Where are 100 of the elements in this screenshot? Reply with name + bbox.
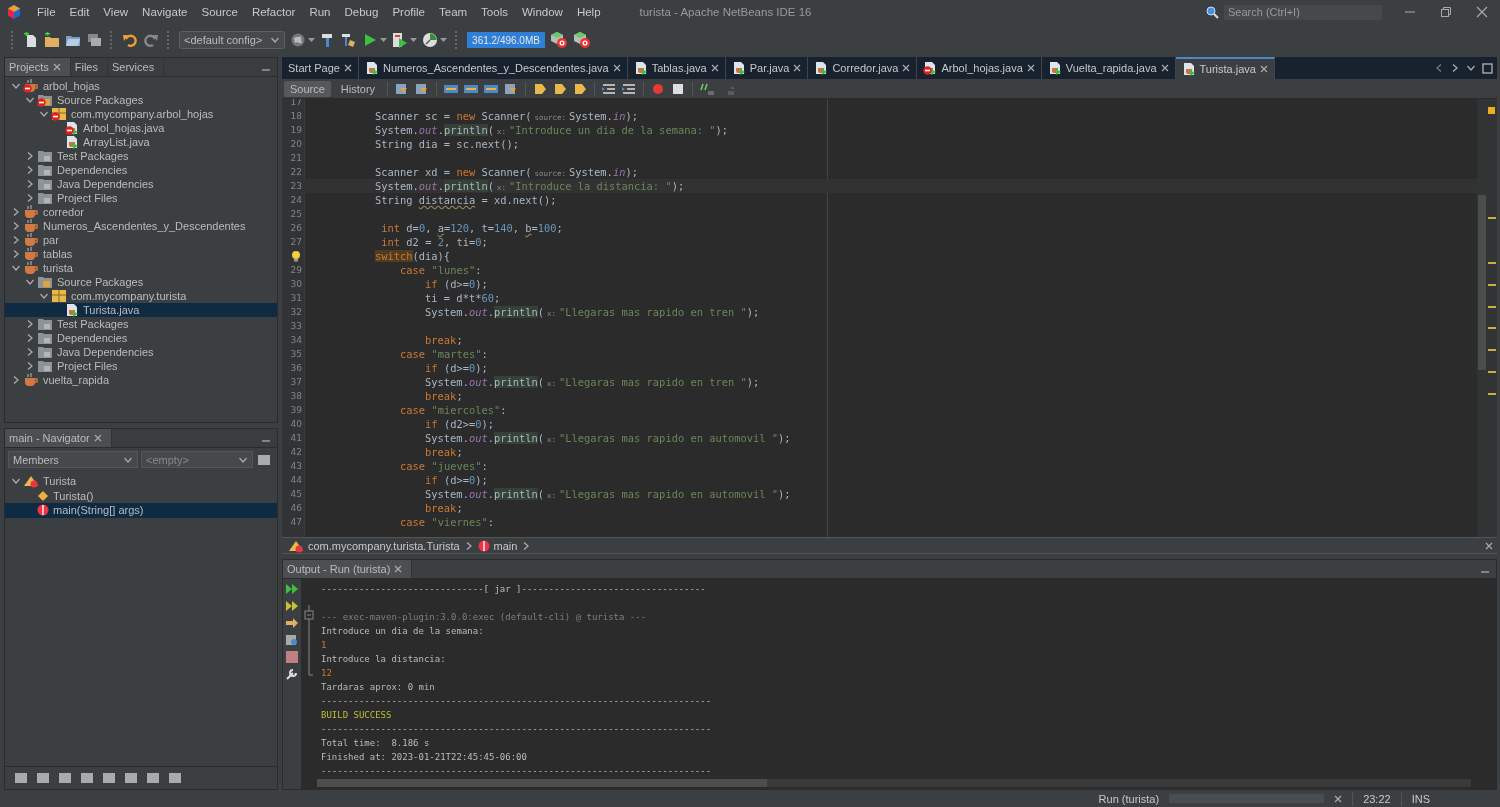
editor-tab[interactable]: Turista.java [1175,57,1275,79]
tree-item[interactable]: Dependencies [5,163,277,177]
close-icon[interactable] [902,64,911,72]
view-toggle[interactable]: Source [284,80,331,97]
wrench-icon[interactable] [284,667,300,681]
menu-item[interactable]: Debug [337,6,386,18]
chevron-down-icon[interactable] [11,81,21,91]
close-icon[interactable] [52,63,61,71]
chevron-right-icon[interactable] [11,207,21,217]
menu-item[interactable]: Run [302,6,338,18]
tree-item[interactable]: com.mycompany.turista [5,289,277,303]
tree-item[interactable]: Turista() [5,488,277,503]
error-stripe-drawing[interactable] [1477,99,1497,537]
stop-icon[interactable] [284,650,300,664]
editor-tab[interactable]: Vuelta_rapida.java [1041,57,1176,79]
editor-tab[interactable]: Tablas.java [627,57,726,79]
new-file-icon[interactable] [23,32,39,48]
chevron-down-icon[interactable] [25,277,35,287]
maximize-icon[interactable] [1482,62,1493,74]
double-play-icon[interactable] [284,582,300,596]
close-icon[interactable] [1160,64,1169,72]
horizontal-scrollbar[interactable] [317,779,1471,787]
bookmark-next-icon[interactable] [552,81,569,96]
tree-item[interactable]: Java Dependencies [5,345,277,359]
search-icon[interactable] [1205,5,1221,19]
tree-item[interactable]: Arbol_hojas.java [5,121,277,135]
chevron-right-icon[interactable] [25,193,35,203]
panel-tab[interactable]: Files [70,58,108,76]
menu-item[interactable]: Team [432,6,475,18]
breadcrumb-item[interactable]: com.mycompany.turista.Turista [308,539,460,552]
chevron-down-icon[interactable] [1466,63,1476,73]
hammer-broom-icon[interactable] [341,32,357,48]
tree-item[interactable]: vuelta_rapida [5,373,277,387]
config-dropdown[interactable]: <default config> [179,31,285,49]
chevron-right-icon[interactable] [25,333,35,343]
panel-tab[interactable]: Services [108,58,165,76]
panel-tab[interactable]: main - Navigator [5,429,112,447]
close-icon[interactable] [1334,794,1343,803]
tree-item[interactable]: tablas [5,247,277,261]
menu-item[interactable]: View [96,6,136,18]
editor-tab[interactable]: Start Page [282,57,359,79]
tree-item[interactable]: Numeros_Ascendentes_y_Descendentes [5,219,277,233]
shift-left-icon[interactable] [601,81,618,96]
tree-item[interactable]: com.mycompany.arbol_hojas [5,107,277,121]
chevron-down-icon[interactable] [39,291,49,301]
search-field[interactable]: Search (Ctrl+I) [1224,4,1382,20]
panel-options-icon[interactable] [256,452,272,467]
chevron-right-icon[interactable] [11,221,21,231]
cube-target-icon[interactable] [550,31,568,49]
tree-item[interactable]: Java Dependencies [5,177,277,191]
tree-item[interactable]: Turista.java [5,303,277,317]
close-icon[interactable] [394,565,403,573]
tree-item[interactable]: main(String[] args) [5,503,277,518]
view-toggle[interactable]: History [334,80,382,97]
arrow-right-icon[interactable] [284,616,300,630]
tree-item[interactable]: ArrayList.java [5,135,277,149]
tree-item[interactable]: Source Packages [5,275,277,289]
shift-right-icon[interactable] [621,81,638,96]
close-icon[interactable] [1485,541,1493,550]
chevron-right-icon[interactable] [25,179,35,189]
panel-tab[interactable]: Output - Run (turista) [283,560,413,578]
restore-icon[interactable] [1440,6,1452,18]
undo-icon[interactable] [122,32,138,48]
tree-item[interactable]: Turista [5,474,277,489]
tree-item[interactable]: corredor [5,205,277,219]
tree-item[interactable]: Test Packages [5,149,277,163]
fold-marker-drawing[interactable] [304,605,314,677]
chevron-right-icon[interactable] [11,249,21,259]
menu-item[interactable]: Window [514,6,570,18]
gauge-icon[interactable] [422,32,438,48]
chevron-right-icon[interactable] [11,235,21,245]
menu-item[interactable]: Refactor [244,6,303,18]
chevron-left-icon[interactable] [1434,63,1444,73]
cube-target-icon[interactable] [573,31,591,49]
run-icon[interactable] [362,32,378,48]
globe-icon[interactable] [290,32,306,48]
debug-icon[interactable] [392,32,408,48]
chevron-down-icon[interactable] [25,95,35,105]
close-icon[interactable] [710,64,719,72]
tree-item[interactable]: Dependencies [5,331,277,345]
tree-item[interactable]: par [5,233,277,247]
menu-item[interactable]: File [30,6,63,18]
editor-tab[interactable]: Par.java [725,57,809,79]
panel-tab[interactable]: Projects [5,58,71,76]
memory-meter[interactable]: 361.2/496.0MB [467,32,545,48]
close-icon[interactable] [344,64,352,72]
tree-item[interactable]: turista [5,261,277,275]
bookmark-icon[interactable] [572,81,589,96]
menu-item[interactable]: Profile [385,6,432,18]
chevron-right-icon[interactable] [25,361,35,371]
window-search-icon[interactable] [284,633,300,647]
lightbulb-icon[interactable] [290,250,302,262]
comment-icon[interactable] [699,81,716,96]
menu-item[interactable]: Edit [62,6,97,18]
tree-item[interactable]: Test Packages [5,317,277,331]
chevron-right-icon[interactable] [25,347,35,357]
chevron-down-icon[interactable] [39,109,49,119]
chevron-right-icon[interactable] [25,319,35,329]
close-icon[interactable] [1260,65,1268,73]
editor-tab[interactable]: Numeros_Ascendentes_y_Descendentes.java [359,57,628,79]
